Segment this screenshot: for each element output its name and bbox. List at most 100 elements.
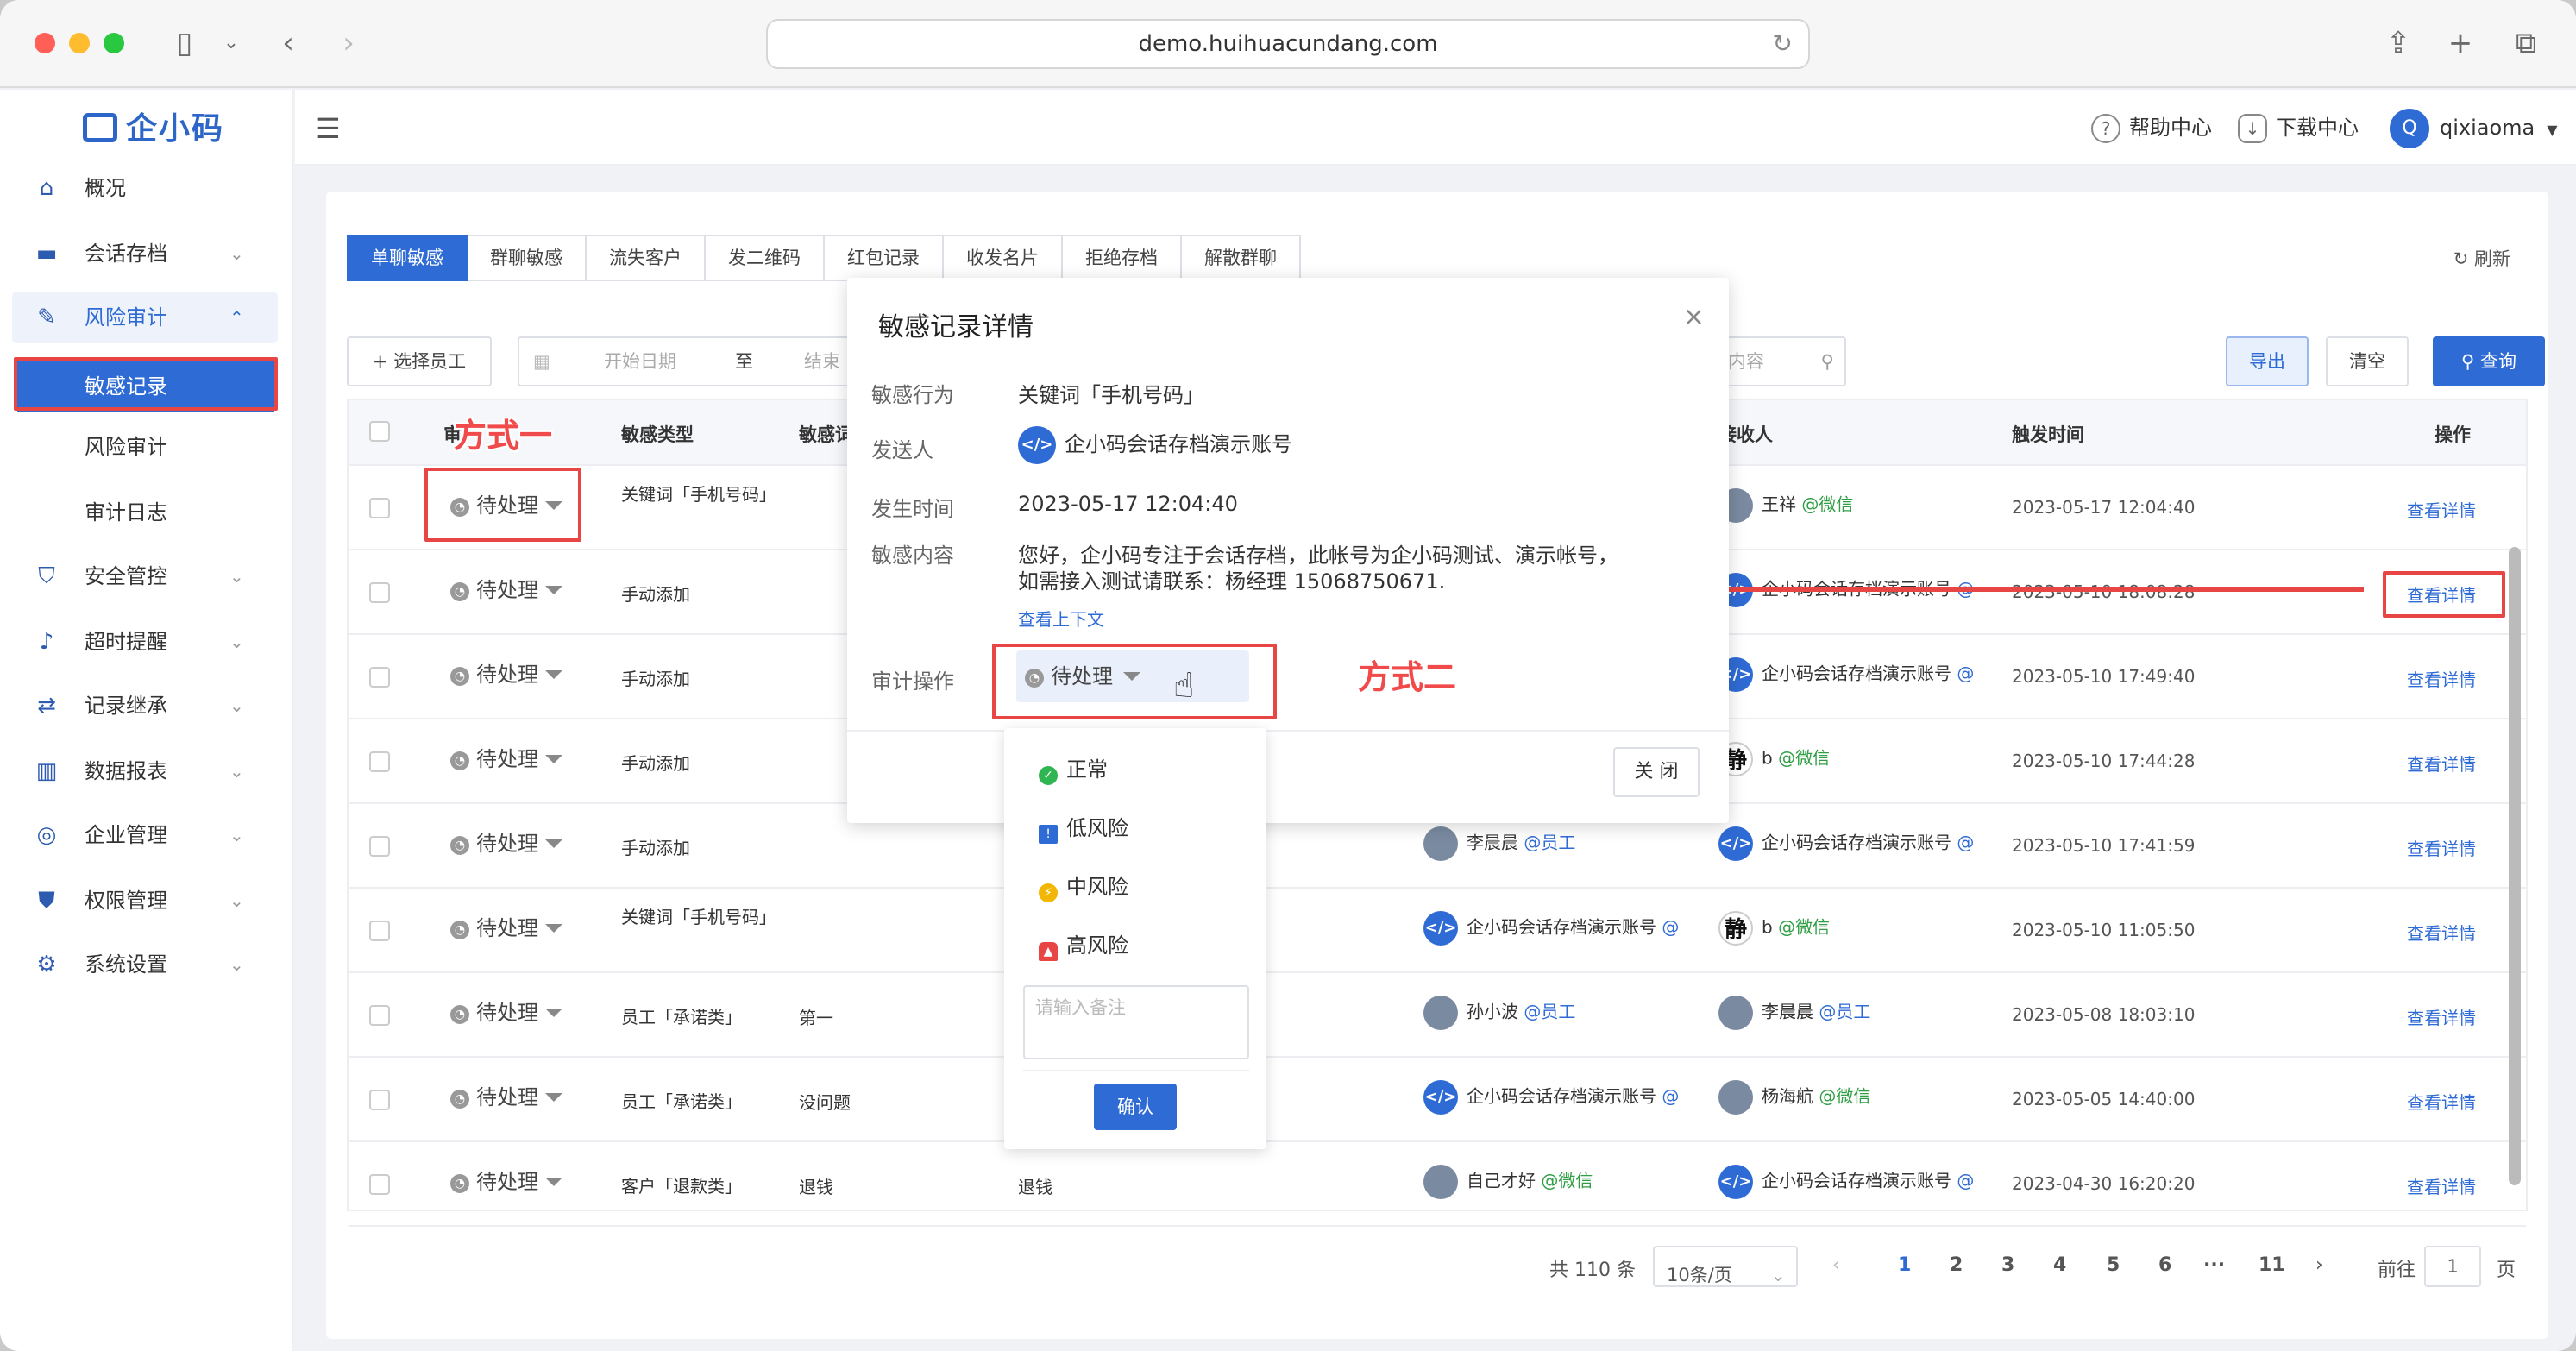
option-high-risk[interactable]: ▲ 高风险 (1039, 928, 1128, 961)
close-icon[interactable]: × (1683, 302, 1705, 332)
tab-qr-code[interactable]: 发二维码 (706, 235, 825, 281)
start-date-input[interactable]: 开始日期 (604, 338, 676, 385)
close-window-button[interactable] (35, 33, 55, 53)
query-button[interactable]: ⚲ 查询 (2433, 336, 2545, 386)
menu-collapse-icon[interactable]: ☰ (316, 112, 341, 145)
row-status-select[interactable]: ◔ 待处理 (450, 996, 562, 1026)
forward-icon[interactable]: › (330, 24, 368, 62)
help-center-link[interactable]: ? 帮助中心 (2091, 109, 2212, 147)
row-checkbox[interactable] (369, 498, 390, 518)
view-details-link[interactable]: 查看详情 (2407, 751, 2476, 776)
next-page-icon[interactable]: › (2315, 1254, 2323, 1276)
date-range-picker[interactable]: ▦ 开始日期 至 结束 (518, 336, 863, 386)
option-normal[interactable]: ✓ 正常 (1039, 752, 1108, 785)
sidebar-item-timeout-reminder[interactable]: ♪ 超时提醒 ⌄ (0, 616, 293, 668)
page-number[interactable]: 5 (2107, 1254, 2120, 1276)
option-low-risk[interactable]: ! 低风险 (1039, 811, 1128, 844)
minimize-window-button[interactable] (69, 33, 90, 53)
row-checkbox[interactable] (369, 1090, 390, 1110)
tabs-overview-icon[interactable]: ⧉ (2507, 24, 2545, 62)
reload-icon[interactable]: ↻ (1773, 21, 1793, 67)
row-checkbox[interactable] (369, 836, 390, 857)
page-number[interactable]: 4 (2053, 1254, 2066, 1276)
tab-lost-customer[interactable]: 流失客户 (587, 235, 706, 281)
goto-page-input[interactable]: 1 (2424, 1246, 2481, 1287)
view-details-link[interactable]: 查看详情 (2407, 1173, 2476, 1198)
page-number[interactable]: 1 (1898, 1254, 1911, 1276)
table-scrollbar[interactable] (2509, 547, 2521, 1185)
row-checkbox[interactable] (369, 582, 390, 603)
refresh-button[interactable]: ↻ 刷新 (2453, 245, 2510, 271)
select-staff-button[interactable]: + 选择员工 (347, 336, 492, 386)
view-details-link[interactable]: 查看详情 (2407, 1004, 2476, 1029)
tab-business-card[interactable]: 收发名片 (944, 235, 1063, 281)
row-checkbox[interactable] (369, 1174, 390, 1195)
select-all-checkbox[interactable] (369, 421, 390, 442)
sidebar-item-security[interactable]: ⛉ 安全管控 ⌄ (0, 550, 293, 602)
view-context-link[interactable]: 查看上下文 (1018, 606, 1104, 631)
modal-close-button[interactable]: 关 闭 (1613, 747, 1700, 797)
new-tab-icon[interactable]: + (2441, 24, 2479, 62)
prev-page-icon[interactable]: ‹ (1832, 1254, 1840, 1276)
sidebar-item-risk-audit-sub[interactable]: 风险审计 (0, 421, 293, 473)
chevron-down-icon[interactable]: ⌄ (212, 24, 250, 62)
caret-down-icon (545, 1178, 562, 1186)
clear-button[interactable]: 清空 (2326, 336, 2409, 386)
row-status-select[interactable]: ◔ 待处理 (450, 826, 562, 857)
sidebar-item-settings[interactable]: ⚙ 系统设置 ⌄ (0, 939, 293, 990)
tab-single-chat[interactable]: 单聊敏感 (347, 235, 468, 281)
tab-red-packet[interactable]: 红包记录 (825, 235, 944, 281)
tab-dissolve-group[interactable]: 解散群聊 (1182, 235, 1301, 281)
table-row: ◔待处理 关键词「手机号码」 此帐号为企小码 </>企小码会话存档演示账号 @ … (349, 889, 2526, 973)
view-details-link[interactable]: 查看详情 (2407, 1089, 2476, 1114)
sidebar-item-data-report[interactable]: ▥ 数据报表 ⌄ (0, 745, 293, 797)
check-circle-icon: ✓ (1039, 766, 1058, 785)
url-bar[interactable]: demo.huihuacundang.com ↻ (766, 19, 1810, 69)
row-word: 第一 (799, 1008, 833, 1028)
row-status-select[interactable]: ◔ 待处理 (450, 911, 562, 941)
maximize-window-button[interactable] (104, 33, 124, 53)
export-button[interactable]: 导出 (2226, 336, 2309, 386)
home-icon: ⌂ (39, 175, 54, 201)
page-size-select[interactable]: 10条/页 ⌄ (1653, 1246, 1798, 1287)
page-number[interactable]: 3 (2001, 1254, 2014, 1276)
page-number[interactable]: 2 (1950, 1254, 1963, 1276)
sidebar-item-permission[interactable]: ⛊ 权限管理 ⌄ (0, 875, 293, 927)
view-details-link[interactable]: 查看详情 (2407, 666, 2476, 691)
view-details-link[interactable]: 查看详情 (2407, 497, 2476, 522)
tab-group-chat[interactable]: 群聊敏感 (468, 235, 587, 281)
sidebar-item-company[interactable]: ◎ 企业管理 ⌄ (0, 809, 293, 861)
row-status-select[interactable]: ◔ 待处理 (450, 1080, 562, 1110)
sidebar-item-overview[interactable]: ⌂ 概况 (0, 162, 293, 214)
sidebar: 企小码 ⌂ 概况 ▬ 会话存档 ⌄ ✎ 风险审计 ⌃ 敏感记录 风险审计 审计日志 ⛉ 安全… (0, 90, 293, 1351)
sidebar-item-risk-audit[interactable]: ✎ 风险审计 ⌃ (12, 292, 278, 343)
page-number[interactable]: 11 (2259, 1254, 2285, 1276)
end-date-input[interactable]: 结束 (804, 338, 840, 385)
sidebar-item-audit-log[interactable]: 审计日志 (0, 487, 293, 538)
page-number[interactable]: ··· (2203, 1254, 2225, 1276)
user-menu[interactable]: Qqixiaoma ▼ (2390, 109, 2558, 148)
row-status-select[interactable]: ◔ 待处理 (450, 1165, 562, 1195)
row-checkbox[interactable] (369, 1005, 390, 1026)
sidebar-item-session-archive[interactable]: ▬ 会话存档 ⌄ (0, 228, 293, 280)
row-status-select[interactable]: ◔ 待处理 (450, 573, 562, 603)
confirm-button[interactable]: 确认 (1094, 1084, 1177, 1130)
back-icon[interactable]: ‹ (269, 24, 307, 62)
remark-textarea[interactable]: 请输入备注 (1023, 985, 1249, 1059)
tab-refuse-archive[interactable]: 拒绝存档 (1063, 235, 1182, 281)
row-checkbox[interactable] (369, 921, 390, 941)
sidebar-item-record-inherit[interactable]: ⇄ 记录继承 ⌄ (0, 680, 293, 732)
sidebar-toggle-icon[interactable]: ▯ (166, 24, 204, 62)
share-icon[interactable]: ⇪ (2379, 24, 2417, 62)
view-details-link[interactable]: 查看详情 (2407, 835, 2476, 860)
row-status-select[interactable]: ◔ 待处理 (450, 742, 562, 772)
view-details-link[interactable]: 查看详情 (2407, 920, 2476, 945)
row-checkbox[interactable] (369, 751, 390, 772)
download-center-link[interactable]: ↓ 下载中心 (2238, 109, 2359, 147)
option-medium-risk[interactable]: ⚡ 中风险 (1039, 870, 1128, 902)
sender-avatar: </> (1423, 911, 1458, 946)
row-checkbox[interactable] (369, 667, 390, 688)
logo-icon (83, 113, 117, 142)
page-number[interactable]: 6 (2158, 1254, 2171, 1276)
row-status-select[interactable]: ◔ 待处理 (450, 657, 562, 688)
